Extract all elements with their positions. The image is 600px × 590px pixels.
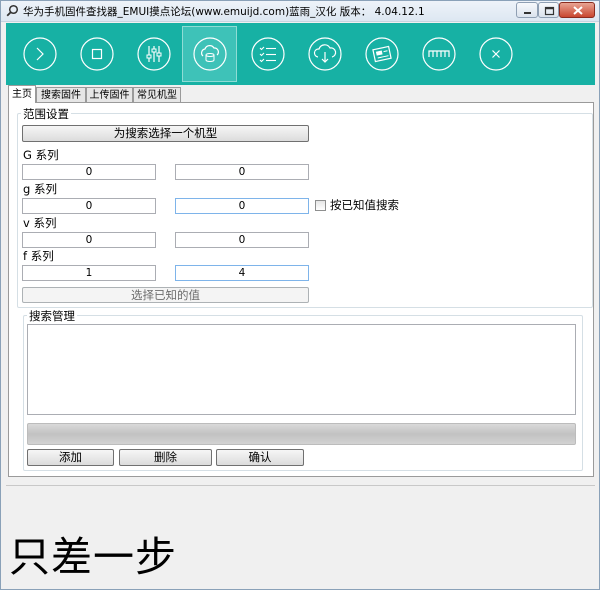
known-value-search-checkbox[interactable]	[315, 200, 326, 211]
delete-button[interactable]: 删除	[119, 449, 212, 466]
series-f-to-input[interactable]: 4	[175, 265, 309, 281]
toolbar-settings-button[interactable]	[126, 26, 181, 82]
toolbar-next-button[interactable]	[12, 26, 67, 82]
equalizer-icon	[136, 37, 171, 71]
search-manage-title: 搜索管理	[27, 308, 77, 324]
main-toolbar	[6, 23, 595, 85]
toolbar-stop-button[interactable]	[69, 26, 124, 82]
close-x-icon	[573, 6, 583, 15]
known-value-search-label: 按已知值搜索	[330, 198, 399, 212]
cloud-database-icon	[192, 37, 227, 71]
status-divider	[6, 485, 595, 486]
series-g-label: G 系列	[23, 148, 59, 162]
select-model-button[interactable]: 为搜索选择一个机型	[22, 125, 309, 142]
checklist-icon	[250, 37, 285, 71]
tab-upload-firmware[interactable]: 上传固件	[86, 87, 133, 102]
overlay-caption: 只差一步	[9, 533, 177, 581]
cloud-download-icon	[307, 37, 342, 71]
tab-home[interactable]: 主页	[8, 85, 36, 103]
toolbar-download-button[interactable]	[297, 26, 352, 82]
series-lower-g-from-input[interactable]: 0	[22, 198, 156, 214]
series-lower-g-label: g 系列	[23, 182, 57, 196]
toolbar-connect-button[interactable]	[411, 26, 466, 82]
next-circle-icon	[22, 37, 57, 71]
close-window-button[interactable]	[559, 2, 595, 18]
series-v-label: v 系列	[23, 216, 57, 230]
series-v-from-input[interactable]: 0	[22, 232, 156, 248]
series-f-label: f 系列	[23, 249, 54, 263]
home-tab-panel: 范围设置 为搜索选择一个机型 G 系列 0 0 g 系列 0 0 按已知值搜索 …	[8, 102, 594, 477]
select-known-values-button[interactable]: 选择已知的值	[22, 287, 309, 303]
toolbar-checklist-button[interactable]	[240, 26, 295, 82]
series-lower-g-to-input[interactable]: 0	[175, 198, 309, 214]
toolbar-firmware-button[interactable]	[354, 26, 409, 82]
connector-icon	[421, 37, 456, 71]
add-button[interactable]: 添加	[27, 449, 114, 466]
confirm-button[interactable]: 确认	[216, 449, 304, 466]
maximize-icon	[544, 6, 555, 16]
series-f-from-input[interactable]: 1	[22, 265, 156, 281]
window-title: 华为手机固件查找器_EMUI摸点论坛(www.emuijd.com)蓝雨_汉化 …	[23, 6, 425, 18]
maximize-button[interactable]	[538, 2, 559, 18]
series-v-to-input[interactable]: 0	[175, 232, 309, 248]
firmware-image-icon	[364, 37, 399, 71]
series-g-from-input[interactable]: 0	[22, 164, 156, 180]
tab-search-firmware[interactable]: 搜索固件	[36, 87, 86, 102]
magnifier-app-icon	[6, 4, 19, 17]
toolbar-exit-button[interactable]	[468, 26, 523, 82]
tab-common-models[interactable]: 常见机型	[133, 87, 181, 102]
app-window: 华为手机固件查找器_EMUI摸点论坛(www.emuijd.com)蓝雨_汉化 …	[0, 0, 600, 590]
search-progress-bar	[27, 423, 576, 445]
scope-group-title: 范围设置	[21, 106, 71, 122]
minimize-icon	[524, 12, 531, 14]
search-log-textarea[interactable]	[27, 324, 576, 415]
close-circle-icon	[478, 37, 513, 71]
stop-square-icon	[79, 37, 114, 71]
minimize-button[interactable]	[516, 2, 538, 18]
series-g-to-input[interactable]: 0	[175, 164, 309, 180]
title-bar: 华为手机固件查找器_EMUI摸点论坛(www.emuijd.com)蓝雨_汉化 …	[1, 1, 599, 22]
toolbar-database-button[interactable]	[182, 26, 237, 82]
